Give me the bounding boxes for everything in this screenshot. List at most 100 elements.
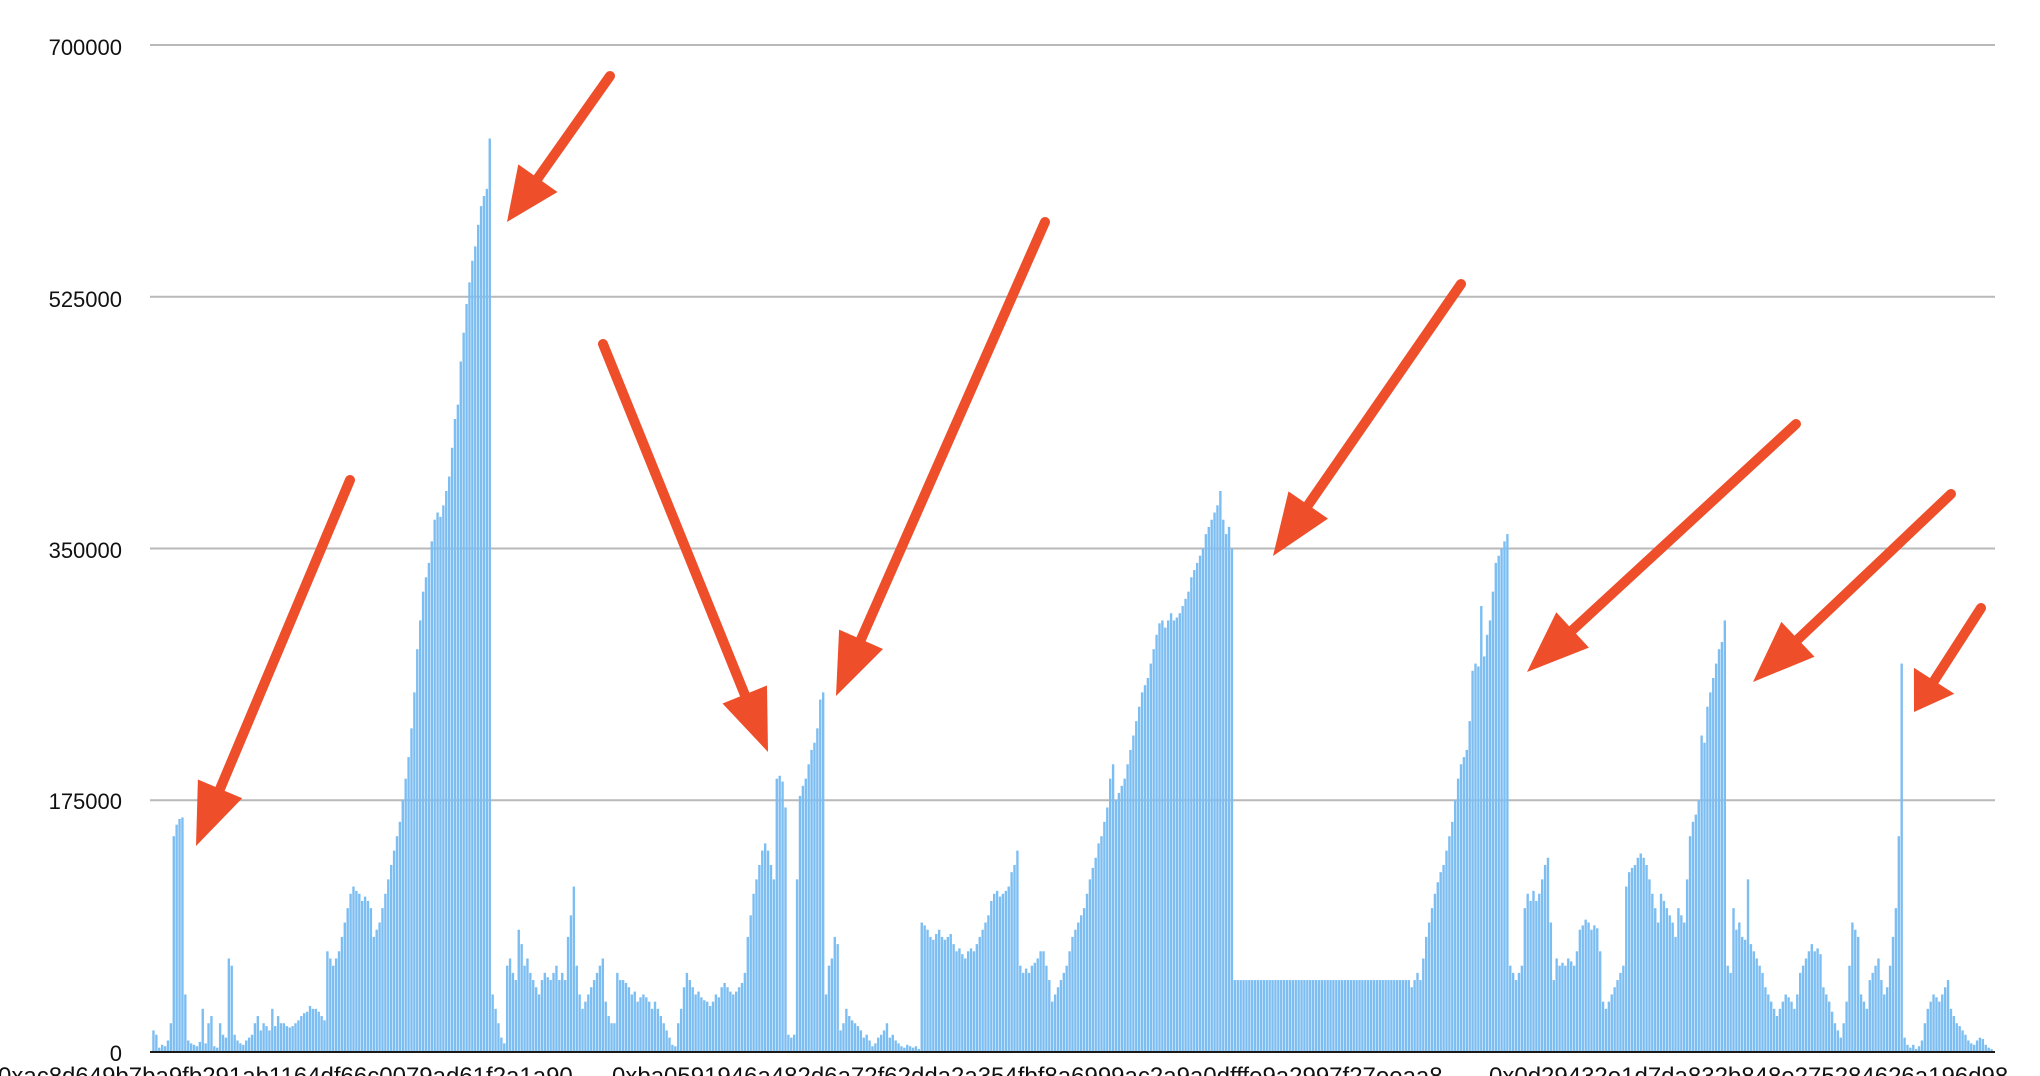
bar xyxy=(1048,980,1051,1052)
bar xyxy=(1251,980,1254,1052)
bar xyxy=(1483,656,1486,1052)
bar xyxy=(978,936,981,1052)
bar xyxy=(256,1016,260,1052)
bar xyxy=(300,1016,303,1052)
bar xyxy=(1935,997,1938,1052)
bar xyxy=(839,1030,842,1052)
bar xyxy=(1584,919,1587,1052)
bar xyxy=(659,1016,662,1052)
bar xyxy=(998,896,1002,1052)
bar xyxy=(1474,663,1477,1052)
bar xyxy=(1149,663,1152,1052)
bar xyxy=(1352,980,1355,1052)
bar xyxy=(1024,968,1028,1052)
bar xyxy=(653,1001,657,1052)
bar xyxy=(1082,908,1086,1052)
bar xyxy=(1961,1030,1964,1052)
bar xyxy=(529,972,532,1052)
bar xyxy=(1219,490,1222,1053)
bar xyxy=(1523,908,1526,1052)
bar xyxy=(958,948,961,1052)
bar xyxy=(1077,922,1080,1052)
bar xyxy=(297,1020,300,1052)
bar xyxy=(1109,778,1112,1052)
bar xyxy=(1332,980,1335,1052)
bar xyxy=(937,929,941,1052)
bar xyxy=(456,404,460,1052)
bar xyxy=(1404,980,1408,1052)
bar xyxy=(1303,980,1306,1052)
bar xyxy=(242,1044,245,1052)
bar-chart: 0 175000 350000 525000 700000 0xac8d649b… xyxy=(0,35,2008,1076)
bar xyxy=(1616,980,1619,1052)
bar xyxy=(1532,890,1535,1052)
bar xyxy=(636,1001,639,1052)
bar xyxy=(523,965,526,1052)
bar xyxy=(1743,939,1747,1052)
bar xyxy=(1712,677,1715,1052)
bar xyxy=(1596,928,1599,1052)
bar xyxy=(1941,994,1944,1052)
bar xyxy=(575,965,578,1052)
bar xyxy=(413,692,416,1052)
bar xyxy=(265,1026,268,1052)
bar xyxy=(1314,980,1318,1052)
bar xyxy=(549,980,552,1052)
annotation-arrow xyxy=(529,71,615,189)
bar xyxy=(343,922,346,1052)
bar xyxy=(453,419,457,1052)
bar xyxy=(358,893,361,1052)
bar xyxy=(1204,534,1208,1052)
bar xyxy=(1810,944,1813,1052)
bar xyxy=(778,775,781,1052)
bar xyxy=(279,1023,283,1052)
bar xyxy=(1193,570,1196,1052)
bar xyxy=(407,757,410,1052)
bar xyxy=(1004,890,1008,1052)
bar xyxy=(1158,623,1161,1052)
bar xyxy=(926,929,929,1052)
bar xyxy=(1056,987,1060,1052)
bar xyxy=(1335,980,1338,1052)
bar xyxy=(1410,987,1413,1052)
bar xyxy=(166,1040,170,1052)
annotation-arrow xyxy=(1925,603,1986,691)
bar xyxy=(1346,980,1350,1052)
bar xyxy=(1248,980,1251,1052)
bar xyxy=(1677,908,1680,1052)
bar xyxy=(1920,1040,1924,1052)
bar xyxy=(1277,980,1280,1052)
bar xyxy=(1839,1037,1842,1052)
bar xyxy=(520,944,523,1052)
bar xyxy=(746,936,749,1052)
bar xyxy=(1230,548,1234,1052)
annotation-arrow xyxy=(1788,489,1956,649)
bar xyxy=(474,246,477,1052)
bar xyxy=(184,994,187,1052)
bar xyxy=(816,728,819,1052)
bar xyxy=(1778,1008,1782,1052)
bar xyxy=(1013,864,1016,1052)
bar xyxy=(1926,1008,1929,1052)
bar xyxy=(404,778,407,1052)
bar xyxy=(1155,634,1158,1052)
bar xyxy=(1396,980,1399,1052)
bar xyxy=(274,1026,277,1052)
bar xyxy=(155,1034,158,1052)
bar xyxy=(1952,1016,1956,1052)
bar xyxy=(294,1023,297,1052)
bar xyxy=(398,821,402,1052)
bar xyxy=(868,1040,871,1052)
bar xyxy=(885,1023,889,1052)
bar xyxy=(1326,980,1329,1052)
bar xyxy=(1190,577,1193,1052)
bar xyxy=(648,1001,651,1052)
bar xyxy=(1300,980,1303,1052)
bar xyxy=(775,778,778,1052)
bar xyxy=(1804,958,1808,1052)
bar xyxy=(1210,519,1213,1052)
bar xyxy=(1828,1001,1831,1052)
bar xyxy=(317,1011,320,1052)
bar xyxy=(236,1040,239,1052)
bar xyxy=(1500,548,1503,1052)
